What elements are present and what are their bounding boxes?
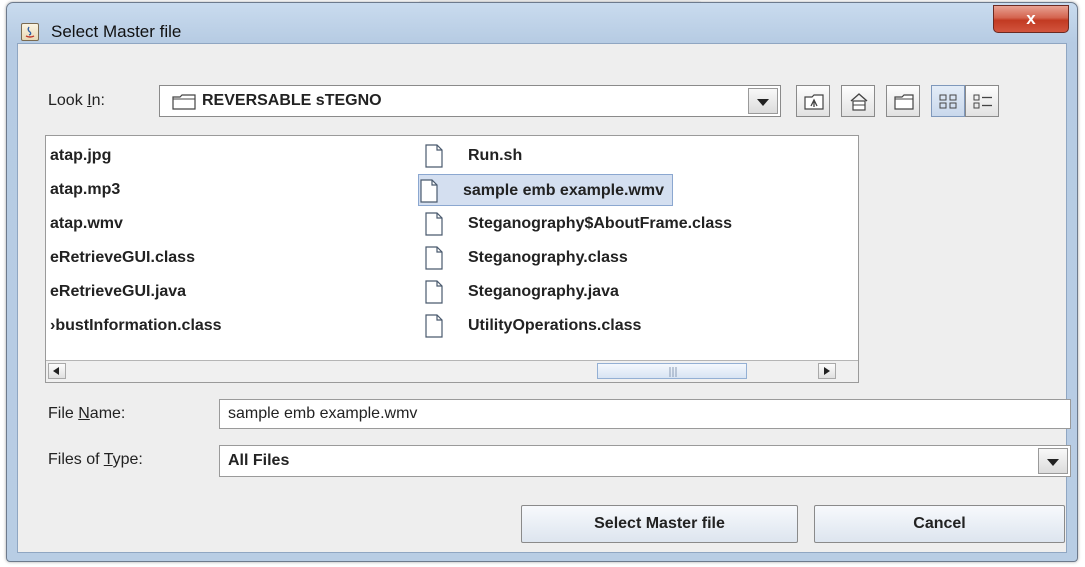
file-name-text: Steganography.class [468,249,628,266]
chevron-down-icon[interactable] [748,88,778,114]
java-app-icon [21,23,39,41]
file-list-item[interactable]: sample emb example.wmv [418,174,673,206]
file-icon [425,212,443,236]
file-name-text: Run.sh [468,147,523,164]
horizontal-scrollbar[interactable] [46,360,858,382]
file-name-field[interactable]: sample emb example.wmv [219,399,1071,429]
cancel-button[interactable]: Cancel [814,505,1065,543]
file-name-text: Steganography$AboutFrame.class [468,215,733,232]
list-view-icon [939,94,957,109]
file-name-text: eRetrieveGUI.java [50,283,187,300]
new-folder-button[interactable] [886,85,920,117]
file-list-item[interactable]: eRetrieveGUI.java [50,276,186,308]
file-list-item[interactable]: Steganography$AboutFrame.class [424,208,732,240]
look-in-combo[interactable]: REVERSABLE sTEGNO [159,85,781,117]
file-name-value: sample emb example.wmv [228,405,418,422]
details-view-button[interactable] [965,85,999,117]
scroll-left-arrow-icon[interactable] [48,363,66,379]
file-name-text: ›bustInformation.class [50,317,222,334]
up-folder-icon [804,94,824,110]
file-name-text: atap.jpg [50,147,112,164]
dialog-content: Look In: REVERSABLE sTEGNO atap.jpg atap… [17,43,1071,553]
file-chooser-dialog: Select Master file x Look In: REVERSABLE… [6,2,1078,562]
file-list-item[interactable]: UtilityOperations.class [424,310,641,342]
file-name-text: atap.wmv [50,215,123,232]
file-list-item[interactable]: atap.wmv [50,208,123,240]
file-list[interactable]: atap.jpg atap.mp3 atap.wmv eRetrieveGUI.cla… [45,135,859,383]
new-folder-icon [894,94,914,110]
file-list-item[interactable]: atap.jpg [50,140,111,172]
files-of-type-value: All Files [228,452,290,469]
up-one-level-button[interactable] [796,85,830,117]
files-of-type-combo[interactable]: All Files [219,445,1071,477]
file-icon [420,179,438,203]
close-button[interactable]: x [993,5,1069,33]
file-list-item[interactable]: eRetrieveGUI.class [50,242,195,274]
details-view-icon [973,94,992,109]
file-list-item[interactable]: Run.sh [424,140,522,172]
file-list-item[interactable]: ›bustInformation.class [50,310,222,342]
file-icon [425,314,443,338]
scroll-right-arrow-icon[interactable] [818,363,836,379]
list-view-button[interactable] [931,85,965,117]
file-icon [425,280,443,304]
file-name-text: UtilityOperations.class [468,317,642,334]
file-name-label: File Name: [48,405,126,422]
chevron-down-icon[interactable] [1038,448,1068,474]
window-title: Select Master file [51,22,182,41]
file-icon [425,144,443,168]
look-in-label: Look In: [48,92,105,109]
file-name-text: eRetrieveGUI.class [50,249,195,266]
folder-icon [172,94,196,110]
file-name-text: atap.mp3 [50,181,121,198]
file-name-text: sample emb example.wmv [463,182,664,199]
file-name-text: Steganography.java [468,283,619,300]
home-icon [850,93,868,111]
look-in-value: REVERSABLE sTEGNO [202,92,382,109]
file-icon [425,246,443,270]
grip-icon [669,367,677,377]
select-master-file-button[interactable]: Select Master file [521,505,798,543]
file-list-item[interactable]: Steganography.java [424,276,619,308]
scrollbar-thumb[interactable] [597,363,747,379]
files-of-type-label: Files of Type: [48,451,143,468]
file-list-item[interactable]: Steganography.class [424,242,628,274]
home-button[interactable] [841,85,875,117]
file-list-item[interactable]: atap.mp3 [50,174,120,206]
